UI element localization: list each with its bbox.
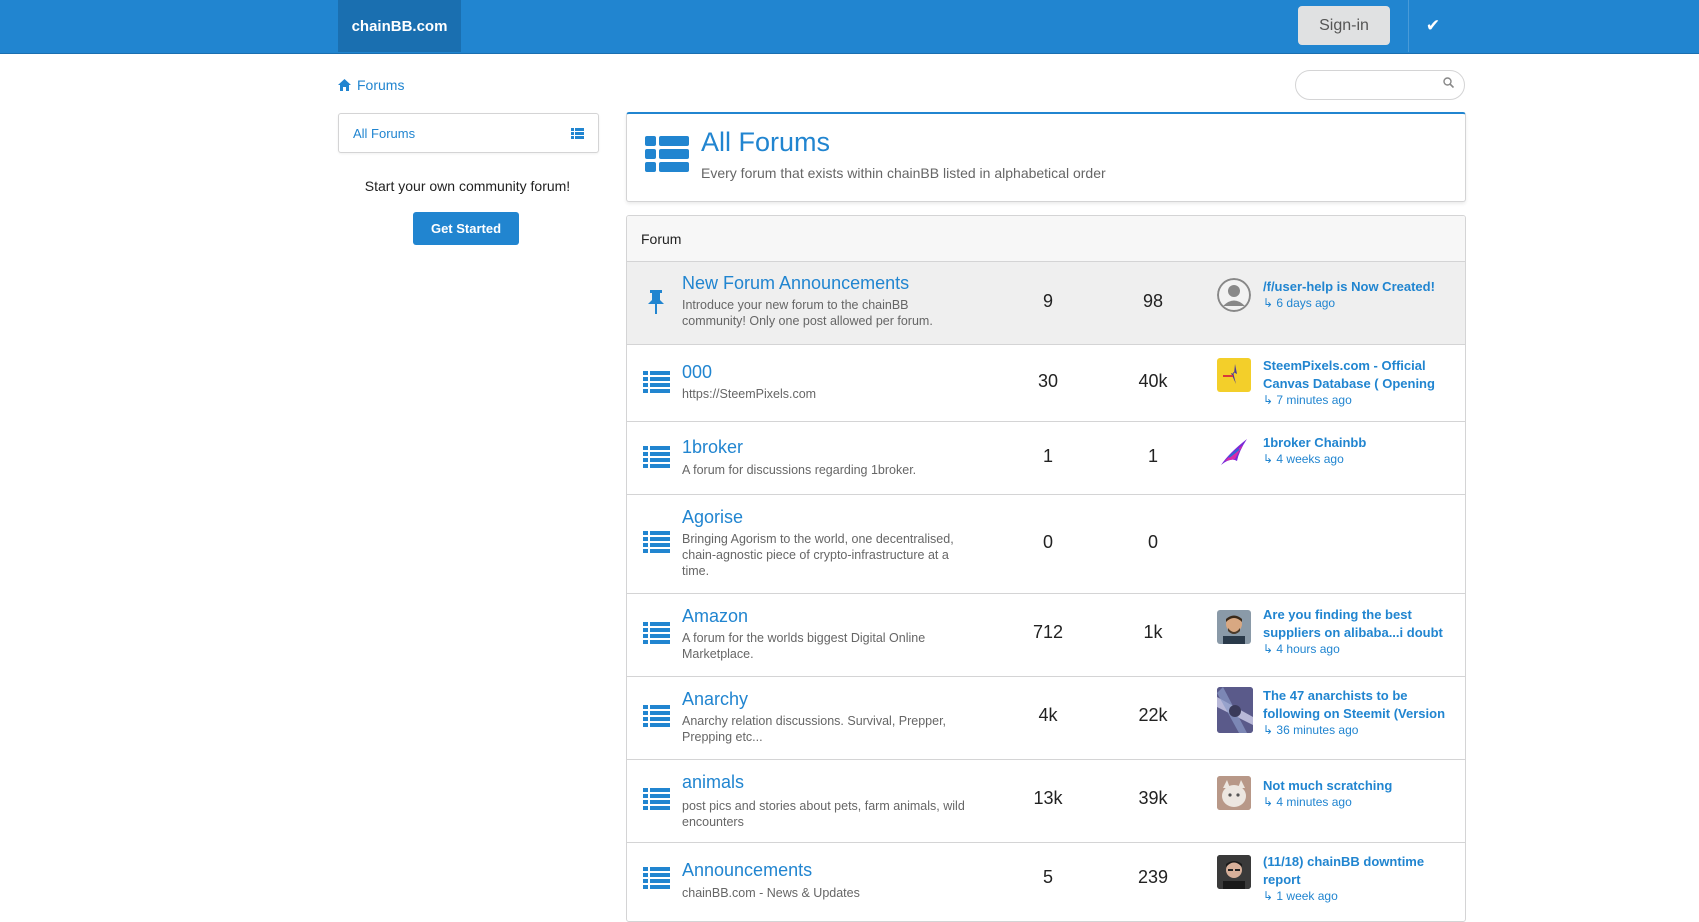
table-row: 1broker A forum for discussions regardin… <box>627 422 1465 495</box>
post-count: 0 <box>1147 532 1158 552</box>
last-post-title[interactable]: The 47 anarchists to be following on Ste… <box>1263 687 1455 723</box>
table-row: Anarchy Anarchy relation discussions. Su… <box>627 677 1465 760</box>
forum-name-link[interactable]: New Forum Announcements <box>682 273 909 294</box>
forum-description: A forum for discussions regarding 1broke… <box>682 463 917 477</box>
last-post-link[interactable]: Are you finding the best suppliers on al… <box>1263 606 1455 657</box>
table-row: animals post pics and stories about pets… <box>627 760 1465 843</box>
avatar <box>1217 687 1253 733</box>
topic-count: 4k <box>1038 705 1058 725</box>
last-post-time: ↳ 1 week ago <box>1263 889 1338 903</box>
topic-count: 13k <box>1033 788 1063 808</box>
list-icon <box>643 531 670 558</box>
last-post-title[interactable]: /f/user-help is Now Created! <box>1263 278 1455 296</box>
brand-link[interactable]: chainBB.com <box>338 0 461 52</box>
forum-description: post pics and stories about pets, farm a… <box>682 799 965 829</box>
forum-name-link[interactable]: Announcements <box>682 860 812 881</box>
topic-count: 9 <box>1042 291 1053 311</box>
last-post-title[interactable]: SteemPixels.com - Official Canvas Databa… <box>1263 357 1455 393</box>
top-navbar: chainBB.com Sign-in ✔ <box>0 0 1699 54</box>
table-row: Agorise Bringing Agorism to the world, o… <box>627 495 1465 594</box>
post-count: 22k <box>1138 705 1168 725</box>
avatar <box>1217 776 1251 810</box>
topic-count: 30 <box>1037 371 1059 391</box>
forum-name-link[interactable]: Agorise <box>682 507 743 528</box>
list-icon <box>571 126 584 144</box>
list-icon <box>643 446 670 473</box>
forum-name-link[interactable]: animals <box>682 772 744 793</box>
list-icon <box>643 705 670 732</box>
forum-description: Introduce your new forum to the chainBB … <box>682 298 933 328</box>
pin-icon <box>647 290 665 319</box>
table-row: 000 https://SteemPixels.com 30 40k Steem… <box>627 345 1465 422</box>
table-row: Announcements chainBB.com - News & Updat… <box>627 843 1465 921</box>
post-count: 98 <box>1142 291 1164 311</box>
last-post-time: ↳ 4 minutes ago <box>1263 795 1352 809</box>
last-post-link[interactable]: Not much scratching ↳ 4 minutes ago <box>1263 777 1455 810</box>
last-post-title[interactable]: (11/18) chainBB downtime report <box>1263 853 1455 889</box>
last-post-time: ↳ 7 minutes ago <box>1263 393 1352 407</box>
post-count: 1k <box>1143 622 1163 642</box>
forum-name-link[interactable]: 000 <box>682 362 712 383</box>
sidebar-item-label: All Forums <box>353 126 416 141</box>
column-header-forum: Forum <box>641 230 682 247</box>
avatar <box>1217 278 1251 312</box>
breadcrumb: Forums <box>338 77 404 93</box>
sidebar-item-all-forums[interactable]: All Forums <box>338 113 599 153</box>
forum-table: Forum New Forum Announcements Introduce … <box>626 215 1466 922</box>
last-post-time: ↳ 36 minutes ago <box>1263 723 1359 737</box>
last-post-title[interactable]: Not much scratching <box>1263 777 1455 795</box>
post-count: 1 <box>1147 446 1158 466</box>
check-icon[interactable]: ✔ <box>1408 0 1457 52</box>
avatar <box>1217 358 1251 392</box>
avatar <box>1217 855 1251 889</box>
list-icon <box>643 371 670 398</box>
last-post-link[interactable]: SteemPixels.com - Official Canvas Databa… <box>1263 357 1455 408</box>
forum-description: Bringing Agorism to the world, one decen… <box>682 532 954 578</box>
post-count: 40k <box>1138 371 1168 391</box>
list-icon <box>643 622 670 649</box>
forum-description: A forum for the worlds biggest Digital O… <box>682 631 926 661</box>
last-post-link[interactable]: 1broker Chainbb ↳ 4 weeks ago <box>1263 434 1455 467</box>
post-count: 39k <box>1138 788 1168 808</box>
topic-count: 1 <box>1042 446 1053 466</box>
search-input[interactable] <box>1295 70 1465 100</box>
table-row: Amazon A forum for the worlds biggest Di… <box>627 594 1465 677</box>
sign-in-button[interactable]: Sign-in <box>1298 6 1390 45</box>
home-icon <box>338 79 351 91</box>
page-subtitle: Every forum that exists within chainBB l… <box>701 165 1106 181</box>
avatar <box>1217 435 1251 469</box>
last-post-link[interactable]: The 47 anarchists to be following on Ste… <box>1263 687 1455 738</box>
forum-name-link[interactable]: Amazon <box>682 606 748 627</box>
last-post-time: ↳ 4 hours ago <box>1263 642 1340 656</box>
last-post-time: ↳ 4 weeks ago <box>1263 452 1344 466</box>
post-count: 239 <box>1137 867 1169 887</box>
list-icon <box>643 867 670 894</box>
topic-count: 712 <box>1032 622 1064 642</box>
table-header: Forum <box>627 216 1465 262</box>
table-row: New Forum Announcements Introduce your n… <box>627 262 1465 345</box>
forum-description: Anarchy relation discussions. Survival, … <box>682 714 947 744</box>
list-icon <box>645 136 689 177</box>
avatar <box>1217 610 1251 644</box>
forum-description: https://SteemPixels.com <box>682 387 817 401</box>
last-post-link[interactable]: /f/user-help is Now Created! ↳ 6 days ag… <box>1263 278 1455 311</box>
last-post-title[interactable]: 1broker Chainbb <box>1263 434 1455 452</box>
forum-name-link[interactable]: 1broker <box>682 437 743 458</box>
last-post-time: ↳ 6 days ago <box>1263 296 1336 310</box>
list-icon <box>643 788 670 815</box>
forum-name-link[interactable]: Anarchy <box>682 689 748 710</box>
breadcrumb-forums-link[interactable]: Forums <box>357 77 404 93</box>
search-icon <box>1443 77 1455 91</box>
promo-text: Start your own community forum! <box>364 178 571 194</box>
last-post-title[interactable]: Are you finding the best suppliers on al… <box>1263 606 1455 642</box>
page-title: All Forums <box>701 127 831 157</box>
forum-description: chainBB.com - News & Updates <box>682 886 860 900</box>
topic-count: 0 <box>1042 532 1053 552</box>
get-started-button[interactable]: Get Started <box>413 212 519 245</box>
topic-count: 5 <box>1042 867 1053 887</box>
last-post-link[interactable]: (11/18) chainBB downtime report ↳ 1 week… <box>1263 853 1455 904</box>
page-header: All Forums Every forum that exists withi… <box>626 112 1466 202</box>
